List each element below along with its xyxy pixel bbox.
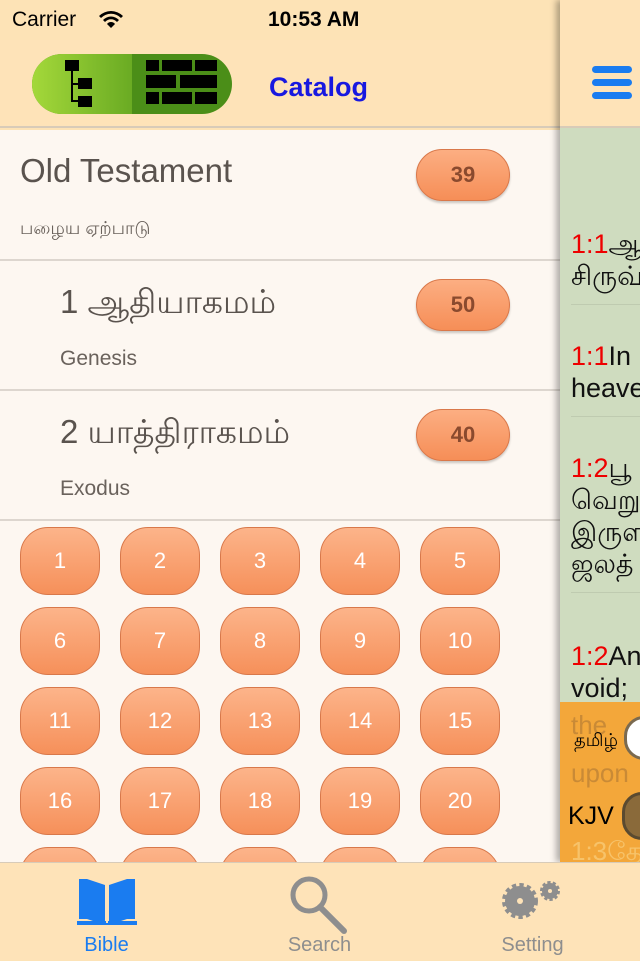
kjv-label: KJV bbox=[568, 802, 614, 830]
chapter-button[interactable] bbox=[220, 847, 300, 862]
book-list[interactable]: Old Testament பழைய ஏற்பாடு 39 1 ஆதியாகமம… bbox=[0, 130, 560, 862]
chapter-count-badge[interactable]: 50 bbox=[416, 279, 510, 331]
chapter-button[interactable]: 10 bbox=[420, 607, 500, 675]
verse-ref: 1:2 bbox=[571, 641, 609, 671]
verse-line: heave bbox=[571, 372, 640, 404]
verse-ref: 1:1 bbox=[571, 341, 609, 371]
verse-line: ஜலத் bbox=[571, 548, 640, 580]
chapter-button[interactable]: 20 bbox=[420, 767, 500, 835]
verse-line: 1:1ஆ bbox=[571, 228, 640, 260]
navbar: Catalog bbox=[0, 40, 560, 128]
chapter-button[interactable]: 8 bbox=[220, 607, 300, 675]
chapter-button[interactable]: 5 bbox=[420, 527, 500, 595]
chapter-count-badge[interactable]: 40 bbox=[416, 409, 510, 461]
chapter-button[interactable] bbox=[320, 847, 400, 862]
chapter-button[interactable]: 1 bbox=[20, 527, 100, 595]
verse-line: இருள bbox=[571, 516, 640, 548]
chapter-button[interactable] bbox=[420, 847, 500, 862]
catalog-title[interactable]: Catalog bbox=[269, 72, 368, 103]
verse-text: வெறு bbox=[571, 485, 640, 515]
verse: 1:1ஆ சிருவ் bbox=[571, 228, 640, 305]
verse-ref: 1:2 bbox=[571, 453, 609, 483]
chapter-button[interactable]: 3 bbox=[220, 527, 300, 595]
chapter-button[interactable]: 18 bbox=[220, 767, 300, 835]
chapter-button[interactable]: 11 bbox=[20, 687, 100, 755]
chapter-button[interactable]: 15 bbox=[420, 687, 500, 755]
tab-setting[interactable]: Setting bbox=[426, 863, 639, 961]
chapter-button[interactable]: 12 bbox=[120, 687, 200, 755]
status-bar: Carrier 10:53 AM bbox=[0, 0, 640, 40]
menu-icon[interactable] bbox=[592, 66, 632, 100]
tab-bible[interactable]: Bible bbox=[0, 863, 213, 961]
verse-line: 1:1In bbox=[571, 340, 640, 372]
verse-line: 1:2பூ bbox=[571, 452, 640, 484]
tab-search[interactable]: Search bbox=[213, 863, 426, 961]
verse-text: In bbox=[608, 341, 632, 371]
chapter-button[interactable]: 13 bbox=[220, 687, 300, 755]
tab-label: Bible bbox=[84, 934, 129, 956]
chapter-button[interactable]: 17 bbox=[120, 767, 200, 835]
verse: 1:1In heave bbox=[571, 340, 640, 417]
book-subtitle: Genesis bbox=[60, 347, 138, 370]
book-title: 2 யாத்திராகமம் bbox=[60, 413, 291, 450]
chapter-button[interactable]: 14 bbox=[320, 687, 400, 755]
faded-text: upon bbox=[571, 758, 629, 788]
verse: 1:2An void; bbox=[571, 640, 640, 704]
kjv-toggle[interactable] bbox=[622, 792, 640, 840]
verse-text: heave bbox=[571, 373, 640, 403]
chapter-button[interactable]: 4 bbox=[320, 527, 400, 595]
verse-line: 1:2An bbox=[571, 640, 640, 672]
chapter-button[interactable]: 6 bbox=[20, 607, 100, 675]
tree-view-button[interactable] bbox=[32, 54, 132, 114]
translation-toggle-overlay: the upon 1:3தே தமிழ் KJV bbox=[560, 702, 640, 866]
book-subtitle: Exodus bbox=[60, 477, 131, 500]
tab-label: Search bbox=[287, 934, 352, 956]
chapter-button[interactable]: 16 bbox=[20, 767, 100, 835]
section-old-testament[interactable]: Old Testament பழைய ஏற்பாடு 39 bbox=[0, 130, 560, 261]
verse-text: சிருவ் bbox=[571, 261, 640, 291]
chapter-button[interactable]: 2 bbox=[120, 527, 200, 595]
chapter-button[interactable] bbox=[120, 847, 200, 862]
verse: 1:2பூ வெறு இருள ஜலத் bbox=[571, 452, 640, 593]
reader-header bbox=[560, 0, 640, 128]
view-mode-switch[interactable] bbox=[32, 54, 232, 114]
carrier-label: Carrier bbox=[12, 8, 77, 31]
verse-text: ஆ bbox=[608, 229, 640, 259]
verse-line: வெறு bbox=[571, 484, 640, 516]
chapter-button[interactable]: 9 bbox=[320, 607, 400, 675]
verse-ref: 1:1 bbox=[571, 229, 609, 259]
grid-icon[interactable] bbox=[132, 54, 232, 114]
verse-line: void; bbox=[571, 672, 640, 704]
verse-text: இருள bbox=[571, 517, 640, 547]
tamil-toggle[interactable] bbox=[624, 716, 640, 760]
reader-panel[interactable]: 1:1ஆ சிருவ் 1:1In heave 1:2பூ வெறு இருள ஜலத் 1:2… bbox=[560, 0, 640, 866]
section-title: Old Testament bbox=[20, 152, 233, 189]
divider bbox=[571, 304, 640, 305]
verse-text: பூ bbox=[608, 453, 632, 483]
tamil-label: தமிழ் bbox=[574, 730, 618, 750]
verse-text: ஜலத் bbox=[571, 549, 634, 579]
section-subtitle: பழைய ஏற்பாடு bbox=[20, 218, 151, 238]
divider bbox=[571, 416, 640, 417]
divider bbox=[571, 592, 640, 593]
magnifier-icon bbox=[290, 876, 347, 934]
time-label: 10:53 AM bbox=[268, 8, 360, 31]
verse-text: void; bbox=[571, 673, 629, 703]
verse-line: சிருவ் bbox=[571, 260, 640, 292]
book-count-badge[interactable]: 39 bbox=[416, 149, 510, 201]
book-icon bbox=[77, 879, 137, 925]
chapter-button[interactable]: 19 bbox=[320, 767, 400, 835]
book-row-exodus[interactable]: 2 யாத்திராகமம் Exodus 40 bbox=[0, 391, 560, 521]
gears-icon bbox=[502, 881, 560, 919]
tab-bar: Bible Search Setting bbox=[0, 862, 640, 960]
book-row-genesis[interactable]: 1 ஆதியாகமம் Genesis 50 bbox=[0, 261, 560, 391]
chapter-button[interactable]: 7 bbox=[120, 607, 200, 675]
tab-label: Setting bbox=[501, 934, 564, 956]
tree-icon bbox=[65, 60, 92, 107]
chapter-button[interactable] bbox=[20, 847, 100, 862]
book-title: 1 ஆதியாகமம் bbox=[60, 283, 277, 320]
wifi-icon bbox=[99, 11, 123, 28]
verse-text: An bbox=[608, 641, 640, 671]
